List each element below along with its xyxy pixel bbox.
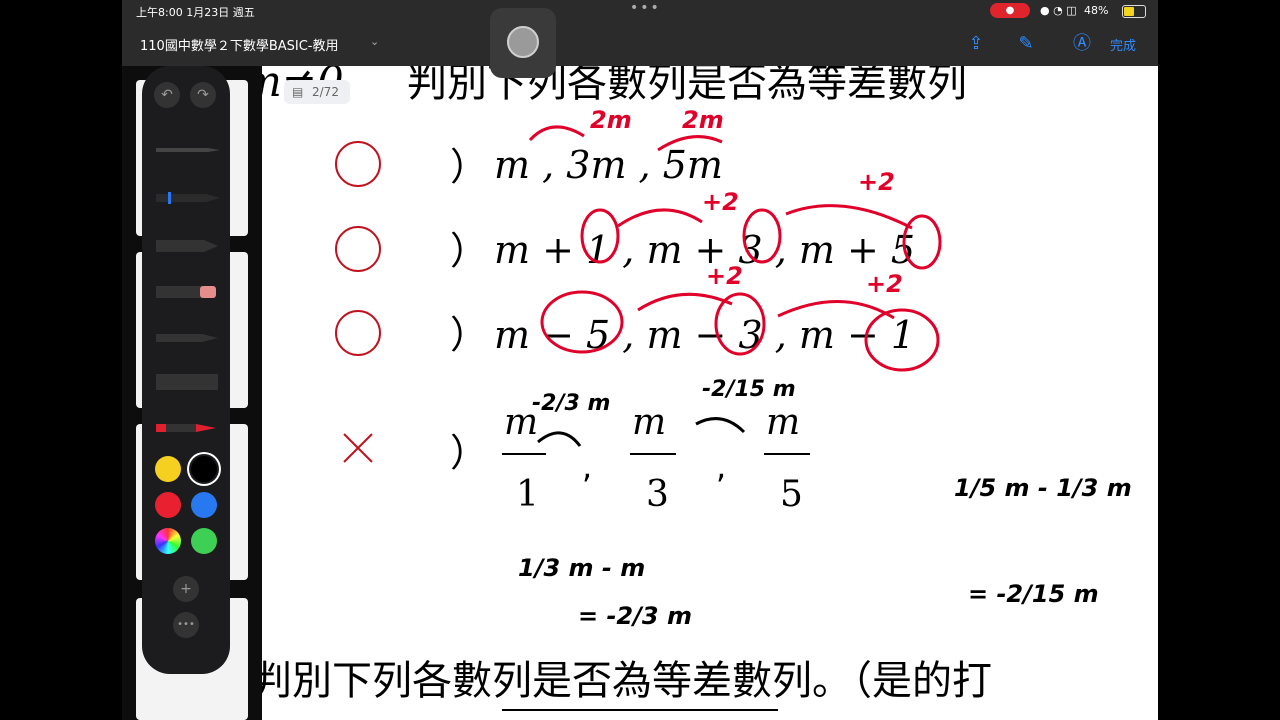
svg-text:3: 3 xyxy=(646,474,669,515)
ink-work: = -2/15 m xyxy=(968,580,1099,608)
color-swatch-blue[interactable] xyxy=(191,492,217,518)
svg-text:m: m xyxy=(766,402,800,443)
lasso-tool[interactable] xyxy=(156,328,220,348)
more-options-icon[interactable]: ••• xyxy=(173,612,199,638)
ruler-tool[interactable] xyxy=(156,372,220,392)
correct-mark xyxy=(335,310,381,356)
svg-text:m: m xyxy=(632,402,666,443)
svg-text:5: 5 xyxy=(780,474,803,515)
row-expression: m , 3m , 5m xyxy=(494,143,723,187)
status-time: 上午8:00 1月23日 週五 xyxy=(136,6,255,19)
add-tool-button[interactable]: + xyxy=(173,576,199,602)
marker-tool[interactable] xyxy=(156,236,220,256)
eraser-tool[interactable] xyxy=(156,282,220,302)
color-swatch-red[interactable] xyxy=(155,492,181,518)
ink-plus-label: +2 xyxy=(706,262,743,290)
grabber-knob[interactable] xyxy=(507,26,539,58)
wifi-icon: ● ◔ ◫ xyxy=(1040,4,1077,17)
markup-icon[interactable]: ✎ xyxy=(1012,30,1040,58)
frac-den: 1 xyxy=(516,474,539,515)
color-swatch-yellow[interactable] xyxy=(155,456,181,482)
ink-plus-label: +2 xyxy=(866,270,903,298)
done-button[interactable]: 完成 xyxy=(1110,35,1136,54)
svg-text:,: , xyxy=(582,448,592,486)
row-expression: m − 5 , m − 3 , m − 1 xyxy=(494,313,915,357)
color-picker-icon[interactable] xyxy=(155,528,181,554)
document-page[interactable]: m≠0 判別下列各數列是否為等差數列 ( ） m , 3m , 5m ( ） m… xyxy=(122,57,1158,720)
color-swatch-green[interactable] xyxy=(191,528,217,554)
ipad-screen: 上午8:00 1月23日 週五 ••• ● ● ◔ ◫ 48% 110國中數學２… xyxy=(122,0,1158,720)
ink-diff-label: 2m xyxy=(682,106,724,134)
row-paren: ） xyxy=(450,229,488,273)
battery-icon xyxy=(1122,5,1146,18)
ink-arrow xyxy=(617,208,703,228)
ink-plus-label: +2 xyxy=(702,188,739,216)
ink-fraction-label: -2/15 m xyxy=(702,377,796,402)
ink-plus-label: +2 xyxy=(858,168,895,196)
document-title[interactable]: 110國中數學２下數學BASIC-教用 xyxy=(140,35,338,54)
screen-recording-indicator[interactable]: ● xyxy=(990,3,1030,18)
ink-work: = -2/3 m xyxy=(578,602,692,630)
redo-icon[interactable]: ↷ xyxy=(190,82,216,108)
wrong-mark xyxy=(343,433,373,463)
problem-row: ( ） m , 3m , 5m xyxy=(240,141,723,189)
row-paren: ） xyxy=(450,431,488,475)
color-swatch-black[interactable] xyxy=(191,456,217,482)
undo-icon[interactable]: ↶ xyxy=(154,82,180,108)
correct-mark xyxy=(335,226,381,272)
page-indicator[interactable]: ▤ 2/72 xyxy=(284,80,350,104)
share-icon[interactable]: ⇪ xyxy=(962,30,990,58)
multitask-dots[interactable]: ••• xyxy=(630,0,661,16)
pen-tool-palette: ↶ ↷ + ••• xyxy=(142,66,230,674)
fineliner-tool[interactable] xyxy=(156,188,220,208)
sidebar-icon: ▤ xyxy=(292,85,304,99)
ink-diff-label: 2m xyxy=(590,106,632,134)
row-paren: ） xyxy=(450,145,488,189)
document-toolbar: 110國中數學２下數學BASIC-教用 ⌄ ⇪ ✎ Ⓐ 完成 xyxy=(122,22,1158,66)
pen-tool[interactable] xyxy=(156,140,220,160)
correct-mark xyxy=(335,141,381,187)
svg-text:,: , xyxy=(716,448,726,486)
ink-fraction-label: -2/3 m xyxy=(532,391,610,416)
ink-arrow xyxy=(528,125,585,142)
chevron-down-icon[interactable]: ⌄ xyxy=(370,35,379,48)
ink-work: 1/5 m - 1/3 m xyxy=(954,474,1132,502)
red-pen-tool[interactable] xyxy=(156,418,220,438)
pencil-palette-grabber[interactable] xyxy=(490,8,556,78)
next-question-line: 判別下列各數列是否為等差數列。（是的打 xyxy=(252,658,992,704)
ink-arrow xyxy=(637,292,733,312)
row-paren: ） xyxy=(450,313,488,357)
row-expression: m + 1 , m + 3 , m + 5 xyxy=(494,228,915,272)
page-content: m≠0 判別下列各數列是否為等差數列 ( ） m , 3m , 5m ( ） m… xyxy=(240,57,1132,711)
black-ink-labels: -2/3 m -2/15 m 1/5 m - 1/3 m = -2/15 m 1… xyxy=(518,377,1132,630)
status-bar: 上午8:00 1月23日 週五 ••• ● ● ◔ ◫ 48% xyxy=(122,0,1158,22)
ink-work: 1/3 m - m xyxy=(518,554,645,582)
battery-percent: 48% xyxy=(1084,4,1109,17)
ink-arrow xyxy=(785,204,913,230)
problem-row: ( ） m + 1 , m + 3 , m + 5 xyxy=(240,226,915,273)
pen-tool-icon[interactable]: Ⓐ xyxy=(1068,30,1096,58)
